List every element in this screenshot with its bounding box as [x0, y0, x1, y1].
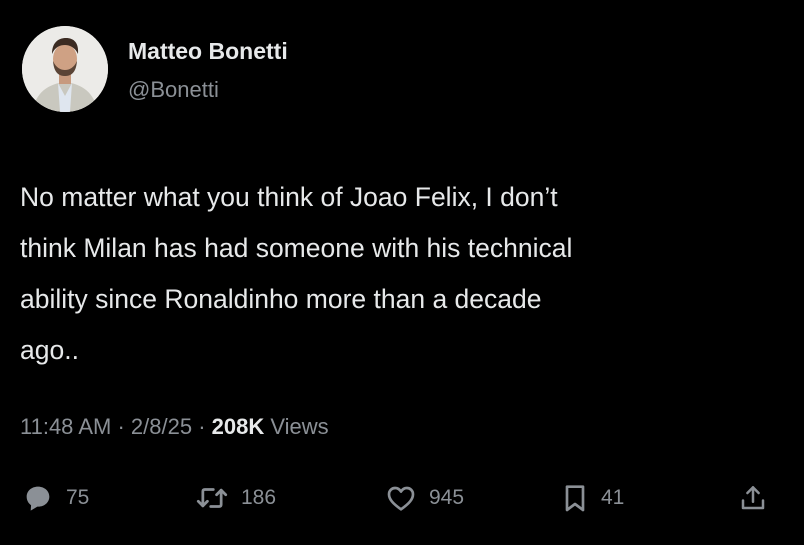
tweet-text-line: think Milan has had someone with his tec…: [20, 233, 573, 263]
views-label: Views: [270, 414, 329, 439]
reply-button[interactable]: 75: [22, 476, 89, 520]
share-icon: [741, 486, 765, 510]
author-name[interactable]: Matteo Bonetti: [128, 38, 288, 65]
tweet-text-line: ability since Ronaldinho more than a dec…: [20, 284, 542, 314]
views-count[interactable]: 208K: [212, 414, 265, 439]
tweet-text-line: ago..: [20, 335, 79, 365]
tweet-text: No matter what you think of Joao Felix, …: [20, 172, 780, 376]
bookmark-button[interactable]: 41: [561, 476, 624, 520]
share-button[interactable]: [738, 476, 768, 520]
avatar[interactable]: [22, 26, 108, 112]
bookmark-count: 41: [601, 486, 625, 509]
tweet-date[interactable]: 2/8/25: [131, 414, 192, 439]
tweet-meta: 11:48 AM · 2/8/25 · 208K Views: [20, 414, 329, 440]
retweet-button[interactable]: 186: [195, 476, 276, 520]
bookmark-icon: [565, 485, 585, 512]
like-button[interactable]: 945: [385, 476, 464, 520]
retweet-count: 186: [241, 486, 277, 509]
avatar-photo: [22, 26, 108, 112]
reply-icon: [26, 486, 50, 511]
like-count: 945: [429, 486, 465, 509]
author-handle[interactable]: @Bonetti: [128, 77, 219, 103]
heart-icon: [387, 486, 415, 511]
tweet: Matteo Bonetti @Bonetti No matter what y…: [0, 0, 804, 545]
action-bar: 75 186 945 41: [0, 476, 804, 520]
retweet-icon: [196, 488, 228, 508]
meta-separator: ·: [198, 414, 206, 439]
tweet-text-line: No matter what you think of Joao Felix, …: [20, 182, 558, 212]
reply-count: 75: [66, 486, 90, 509]
meta-separator: ·: [117, 414, 125, 439]
tweet-time[interactable]: 11:48 AM: [20, 414, 111, 439]
